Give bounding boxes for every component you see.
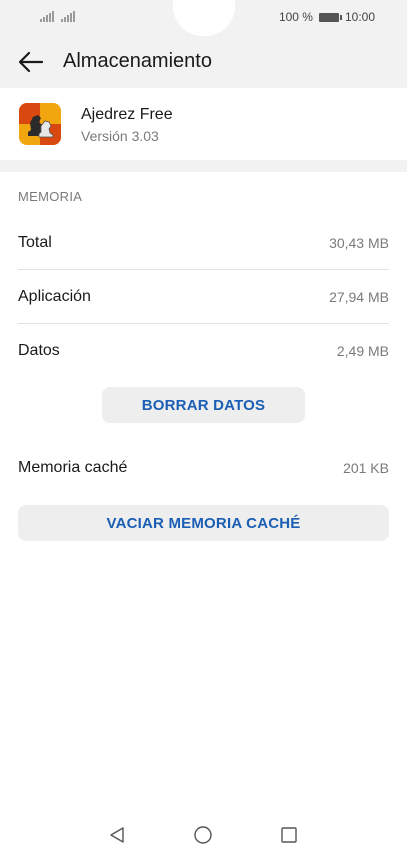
signal-icon-sim2 bbox=[61, 10, 75, 22]
status-left bbox=[40, 10, 75, 22]
chess-app-icon bbox=[19, 103, 61, 145]
home-circle-icon[interactable] bbox=[193, 825, 213, 845]
cache-row: Memoria caché 201 KB bbox=[18, 441, 389, 495]
clear-cache-button[interactable]: VACIAR MEMORIA CACHÉ bbox=[18, 505, 389, 541]
row-value: 201 KB bbox=[343, 460, 389, 476]
app-version: Versión 3.03 bbox=[81, 128, 159, 144]
memory-row-data: Datos 2,49 MB bbox=[18, 324, 389, 378]
row-label: Aplicación bbox=[18, 287, 91, 305]
app-bar: Almacenamiento bbox=[0, 40, 407, 84]
clear-data-button[interactable]: BORRAR DATOS bbox=[102, 387, 305, 423]
battery-percentage: 100 % bbox=[278, 10, 313, 24]
memory-row-total: Total 30,43 MB bbox=[18, 216, 389, 270]
back-arrow-icon[interactable] bbox=[18, 50, 44, 74]
memory-section-label: MEMORIA bbox=[18, 189, 83, 204]
memory-row-application: Aplicación 27,94 MB bbox=[18, 270, 389, 324]
row-label: Memoria caché bbox=[18, 459, 128, 476]
top-bar: 100 % 10:00 Almacenamiento bbox=[0, 0, 407, 88]
row-value: 27,94 MB bbox=[329, 288, 389, 305]
navigation-bar bbox=[0, 815, 407, 855]
camera-notch bbox=[173, 0, 235, 36]
battery-icon bbox=[318, 12, 342, 22]
page-title: Almacenamiento bbox=[63, 50, 212, 72]
back-triangle-icon[interactable] bbox=[107, 825, 127, 845]
row-label: Datos bbox=[18, 342, 60, 359]
row-value: 30,43 MB bbox=[329, 234, 389, 251]
section-divider bbox=[0, 160, 407, 172]
status-right: 100 % 10:00 bbox=[279, 10, 375, 24]
app-header: Ajedrez Free Versión 3.03 bbox=[0, 88, 407, 160]
signal-icon-sim1 bbox=[40, 10, 54, 22]
recents-square-icon[interactable] bbox=[279, 825, 299, 845]
row-label: Total bbox=[18, 233, 52, 251]
clock: 10:00 bbox=[344, 10, 375, 24]
screen: 100 % 10:00 Almacenamiento Ajedrez Free bbox=[0, 0, 407, 860]
row-value: 2,49 MB bbox=[336, 343, 389, 359]
app-name: Ajedrez Free bbox=[81, 106, 173, 123]
